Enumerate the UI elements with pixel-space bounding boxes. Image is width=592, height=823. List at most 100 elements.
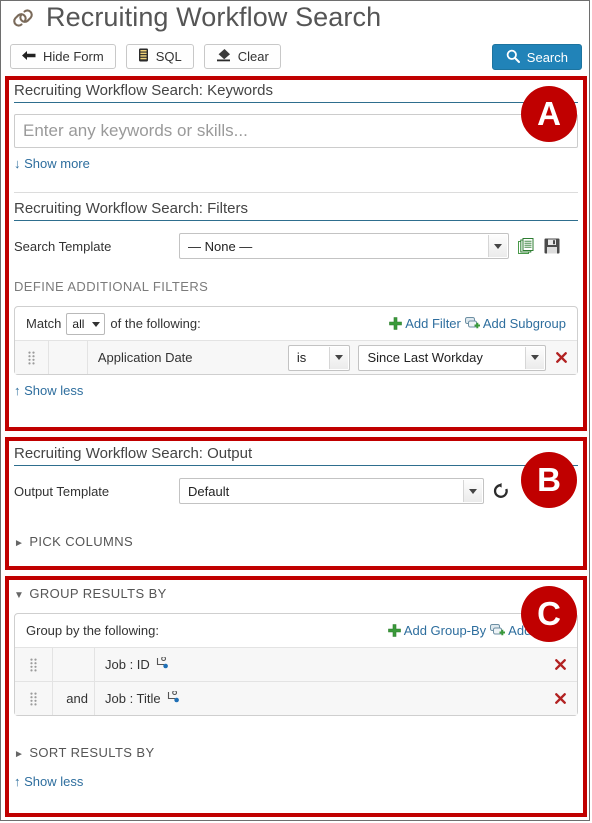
add-filter-button[interactable]: Add Filter <box>389 316 461 331</box>
output-template-select[interactable]: Default <box>179 478 484 504</box>
hide-form-label: Hide Form <box>43 49 104 64</box>
filter-group-card: Match all of the following: Add Filter A… <box>14 306 578 375</box>
grip-icon <box>28 351 35 364</box>
keywords-input[interactable] <box>14 114 578 148</box>
search-template-label: Search Template <box>14 238 112 254</box>
eraser-icon <box>216 48 231 65</box>
drag-handle[interactable] <box>15 341 50 374</box>
filter-operator-select[interactable]: is <box>287 344 351 371</box>
clear-label: Clear <box>237 49 269 64</box>
group-results-section: ▼ GROUP RESULTS BY Group by the following… <box>14 586 578 789</box>
form-toolbar: Hide Form SQL Clear <box>10 44 281 69</box>
group-field-label: Job : Title <box>95 690 180 706</box>
triangle-right-icon: ► <box>14 749 25 760</box>
add-group-by-label: Add Group-By <box>403 623 487 638</box>
table-row: and Job : Title <box>15 682 577 715</box>
add-subgroup-button[interactable]: Add Subgroup <box>464 316 566 331</box>
delete-filter-button[interactable] <box>546 352 577 363</box>
copy-template-button[interactable] <box>518 237 535 255</box>
output-section: Recruiting Workflow Search: Output Outpu… <box>14 445 578 549</box>
table-row: Application Date is Since Last Workday <box>15 341 577 374</box>
group-conjunction <box>53 648 95 681</box>
search-icon <box>506 49 520 66</box>
group-conjunction: and <box>53 682 95 715</box>
copy-icon <box>518 237 534 254</box>
show-more-link[interactable]: ↓ Show more <box>14 156 90 171</box>
delete-group-button[interactable] <box>543 659 577 670</box>
chevron-down-icon <box>92 321 101 327</box>
delete-group-button[interactable] <box>543 693 577 704</box>
group-by-card: Group by the following: Add Group-By Add… <box>14 613 578 716</box>
search-label: Search <box>526 49 568 65</box>
search-template-value: — None — <box>188 238 253 254</box>
hide-form-button[interactable]: Hide Form <box>10 44 116 69</box>
filters-section: Recruiting Workflow Search: Filters Sear… <box>14 200 578 398</box>
filter-operator-value: is <box>296 350 307 365</box>
grip-icon <box>30 692 37 705</box>
node-link-icon[interactable] <box>156 656 169 672</box>
group-results-toggle[interactable]: ▼ GROUP RESULTS BY <box>14 586 578 601</box>
close-icon <box>556 352 568 363</box>
footer-show-less-link[interactable]: ↑ Show less <box>14 774 83 789</box>
group-results-label: GROUP RESULTS BY <box>29 586 167 601</box>
sort-results-toggle[interactable]: ► SORT RESULTS BY <box>14 745 578 760</box>
node-link-icon[interactable] <box>167 690 180 706</box>
link-icon <box>10 5 36 31</box>
subgroup-icon <box>464 317 480 329</box>
annotation-badge-c: C <box>521 586 577 642</box>
add-filter-label: Add Filter <box>405 316 461 331</box>
chevron-down-icon <box>488 235 507 257</box>
save-template-button[interactable] <box>544 238 560 254</box>
annotation-badge-b: B <box>521 452 577 508</box>
keywords-section: Recruiting Workflow Search: Keywords ↓ S… <box>14 82 578 171</box>
add-level-icon <box>490 624 506 636</box>
sql-label: SQL <box>155 49 182 64</box>
close-icon <box>554 659 566 670</box>
clear-button[interactable]: Clear <box>203 44 281 69</box>
triangle-right-icon: ► <box>14 538 25 549</box>
table-row: Job : ID <box>15 648 577 682</box>
add-group-by-button[interactable]: Add Group-By <box>387 623 487 638</box>
refresh-output-button[interactable] <box>493 483 509 499</box>
group-by-header: Group by the following: Add Group-By Add… <box>15 614 577 648</box>
match-prefix-label: Match <box>26 316 62 331</box>
group-by-label: Group by the following: <box>26 623 159 638</box>
sort-results-label: SORT RESULTS BY <box>29 745 155 760</box>
filter-value: Since Last Workday <box>367 350 483 365</box>
output-template-row: Output Template Default <box>14 478 578 504</box>
group-field-text: Job : Title <box>105 691 161 706</box>
keywords-section-title: Recruiting Workflow Search: Keywords <box>14 82 578 103</box>
output-section-title: Recruiting Workflow Search: Output <box>14 445 578 466</box>
page-header: Recruiting Workflow Search <box>10 2 381 33</box>
drag-handle[interactable] <box>15 648 53 681</box>
drag-handle[interactable] <box>15 682 53 715</box>
triangle-down-icon: ▼ <box>14 590 25 601</box>
pick-columns-toggle[interactable]: ► PICK COLUMNS <box>14 534 578 549</box>
arrow-left-icon <box>22 49 36 64</box>
filter-value-select[interactable]: Since Last Workday <box>358 344 547 371</box>
grip-icon <box>30 658 37 671</box>
group-field-text: Job : ID <box>105 657 150 672</box>
match-type-value: all <box>72 316 85 331</box>
output-template-value: Default <box>188 483 230 499</box>
filters-section-title: Recruiting Workflow Search: Filters <box>14 200 578 221</box>
chevron-down-icon <box>463 480 482 502</box>
search-button[interactable]: Search <box>491 44 582 70</box>
define-filters-heading: DEFINE ADDITIONAL FILTERS <box>14 279 209 294</box>
page-title: Recruiting Workflow Search <box>46 2 382 32</box>
annotation-badge-a: A <box>521 86 577 142</box>
match-type-select[interactable]: all <box>66 312 106 335</box>
search-template-select[interactable]: — None — <box>179 233 509 259</box>
filter-group-header: Match all of the following: Add Filter A… <box>15 307 577 341</box>
filters-show-less-link[interactable]: ↑ Show less <box>14 383 83 398</box>
close-icon <box>554 693 566 704</box>
filter-field-label: Application Date <box>97 350 193 365</box>
add-subgroup-label: Add Subgroup <box>482 316 566 331</box>
section-divider <box>14 192 578 193</box>
chevron-down-icon <box>329 346 349 369</box>
sql-button[interactable]: SQL <box>125 44 194 69</box>
refresh-icon <box>493 483 508 498</box>
database-icon <box>138 48 149 65</box>
plus-icon <box>389 317 403 330</box>
group-field-label: Job : ID <box>95 656 169 672</box>
